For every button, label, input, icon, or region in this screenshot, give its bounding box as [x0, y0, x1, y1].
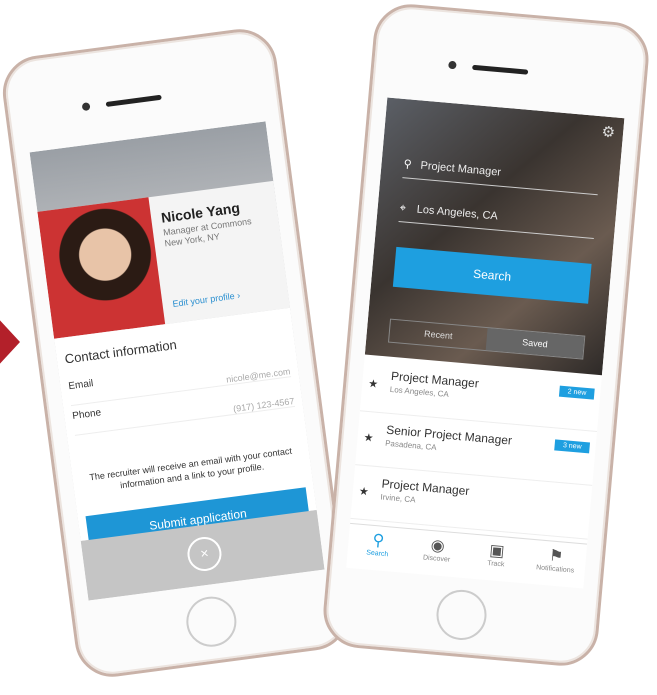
keyword-input[interactable]: ⚲ Project Manager [402, 151, 600, 196]
tab-saved[interactable]: Saved [485, 328, 585, 359]
recent-saved-toggle: Recent Saved [387, 318, 586, 360]
tab-notifications[interactable]: ⚑ Notifications [524, 539, 587, 588]
camera [81, 102, 91, 112]
location-pin-icon: ⌖ [399, 202, 407, 215]
tab-search-label: Search [365, 549, 389, 559]
tab-track-label: Track [486, 559, 505, 569]
keyword-value: Project Manager [420, 159, 502, 179]
camera [448, 60, 457, 70]
compass-icon: ◉ [429, 537, 446, 556]
search-hero: ⚙ ⚲ Project Manager ⌖ Los Angeles, CA Se… [364, 97, 625, 376]
briefcase-icon: ▣ [488, 542, 506, 561]
recruiter-note: The recruiter will receive an email with… [88, 445, 293, 491]
phone-label: Phone [71, 407, 102, 423]
location-input[interactable]: ⌖ Los Angeles, CA [398, 195, 597, 240]
tab-search[interactable]: ⚲ Search [346, 524, 409, 573]
apply-screen: Nicole Yang Manager at Commons New York,… [29, 121, 325, 601]
home-button[interactable] [183, 593, 240, 650]
tab-recent[interactable]: Recent [389, 320, 488, 350]
search-icon: ⚲ [403, 158, 413, 171]
star-icon[interactable]: ★ [358, 485, 369, 499]
close-button[interactable]: × [185, 534, 224, 574]
red-arrow [0, 320, 20, 364]
tab-discover-label: Discover [422, 554, 451, 564]
gear-icon[interactable]: ⚙ [601, 122, 616, 141]
new-badge: 3 new [554, 439, 591, 454]
email-value: nicole@me.com [225, 366, 292, 385]
edit-profile-label: Edit your profile [171, 290, 236, 309]
search-icon: ⚲ [371, 531, 385, 550]
search-screen: ⚙ ⚲ Project Manager ⌖ Los Angeles, CA Se… [346, 97, 625, 589]
job-location: Pasadena, CA [384, 438, 437, 453]
tab-track[interactable]: ▣ Track [465, 534, 528, 583]
speaker [105, 94, 162, 107]
contact-heading: Contact information [63, 336, 178, 367]
edit-profile-link[interactable]: Edit your profile › [172, 290, 241, 309]
email-label: Email [67, 378, 95, 393]
phone-apply: Nicole Yang Manager at Commons New York,… [0, 24, 354, 682]
location-value: Los Angeles, CA [416, 203, 499, 223]
speaker [472, 64, 529, 75]
job-location: Irvine, CA [380, 492, 416, 505]
tab-discover[interactable]: ◉ Discover [405, 529, 468, 578]
new-badge: 2 new [559, 385, 595, 400]
phone-value: (917) 123-4567 [232, 396, 295, 414]
home-button[interactable] [434, 587, 489, 643]
search-button[interactable]: Search [392, 246, 592, 304]
avatar [37, 197, 166, 339]
star-icon[interactable]: ★ [363, 431, 374, 445]
star-icon[interactable]: ★ [368, 377, 379, 391]
flag-icon: ⚑ [548, 547, 565, 566]
contact-sheet: Contact information Email nicole@me.com … [54, 307, 317, 552]
phone-search: ⚙ ⚲ Project Manager ⌖ Los Angeles, CA Se… [320, 1, 652, 669]
